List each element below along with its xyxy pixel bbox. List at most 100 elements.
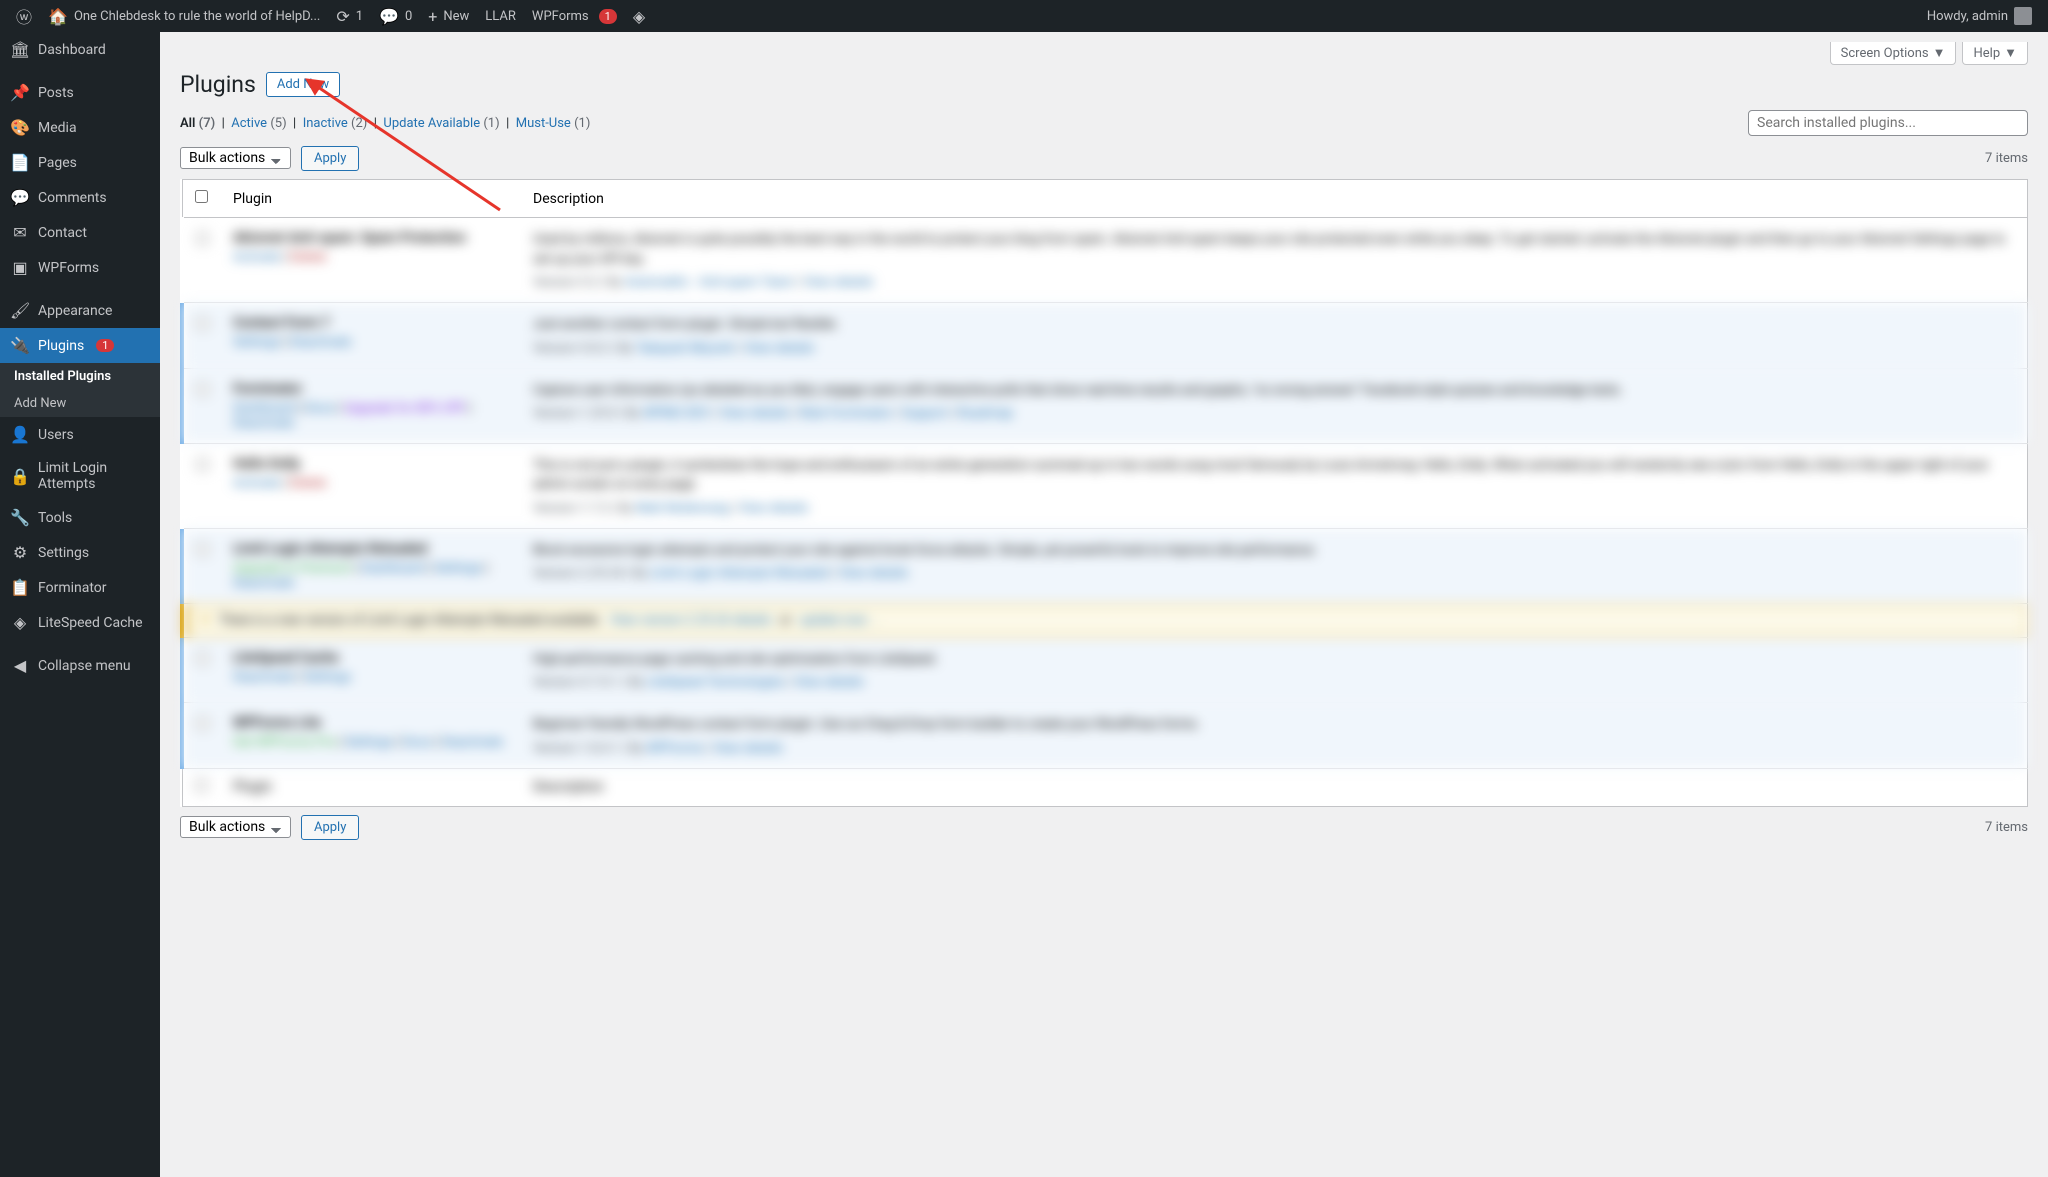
plugin-row: Hello DollyActivate | Delete This is not… xyxy=(182,443,2028,528)
sidebar-item-tools[interactable]: 🔧Tools xyxy=(0,500,160,535)
wpforms-label: WPForms xyxy=(532,9,589,24)
sidebar-label: WPForms xyxy=(38,260,99,276)
sidebar-label: Comments xyxy=(38,190,107,206)
wordpress-icon: ⓦ xyxy=(16,4,32,28)
sidebar-item-comments[interactable]: 💬 Comments xyxy=(0,180,160,215)
sidebar-item-posts[interactable]: 📌Posts xyxy=(0,75,160,110)
sidebar-label: Pages xyxy=(38,155,77,171)
plug-icon: 🔌 xyxy=(10,336,30,355)
page-header: Plugins Add New xyxy=(180,71,2028,98)
refresh-icon: ⟳ xyxy=(336,7,349,26)
sidebar-item-limitlogin[interactable]: 🔒 Limit Login Attempts xyxy=(0,452,160,500)
screen-options-button[interactable]: Screen Options ▼ xyxy=(1830,42,1957,65)
sidebar-item-forminator[interactable]: 📋Forminator xyxy=(0,570,160,605)
sidebar-item-contact[interactable]: ✉Contact xyxy=(0,215,160,250)
sidebar-label: Appearance xyxy=(38,303,112,319)
row-checkbox[interactable] xyxy=(196,543,209,556)
sidebar-label: Collapse menu xyxy=(38,658,131,674)
wp-logo[interactable]: ⓦ xyxy=(8,0,40,32)
plugin-row: ⟳ There is a new version of Limit Login … xyxy=(182,603,2028,637)
filter-inactive[interactable]: Inactive (2) xyxy=(303,116,368,131)
sidebar-label: Limit Login Attempts xyxy=(38,460,150,492)
site-name-link[interactable]: 🏠One Chlebdesk to rule the world of Help… xyxy=(40,0,328,32)
plugins-table: Plugin Description Akismet Anti-spam: Sp… xyxy=(180,179,2028,807)
row-checkbox[interactable] xyxy=(196,317,209,330)
sidebar-label: Media xyxy=(38,120,77,136)
updates-count: 1 xyxy=(356,9,363,24)
brush-icon: 🖌 xyxy=(10,301,30,320)
sidebar-label: Users xyxy=(38,427,74,443)
search-input[interactable] xyxy=(1748,110,2028,136)
help-button[interactable]: Help ▼ xyxy=(1962,42,2028,65)
plugin-column-header: Plugin xyxy=(221,180,521,218)
plugin-row: Limit Login Attempts ReloadedUpgrade to … xyxy=(182,528,2028,603)
add-new-button[interactable]: Add New xyxy=(266,72,340,97)
wpforms-link[interactable]: WPForms 1 xyxy=(524,0,625,32)
avatar-icon xyxy=(2014,7,2032,25)
row-checkbox[interactable] xyxy=(196,652,209,665)
home-icon: 🏠 xyxy=(48,7,68,26)
updates-link[interactable]: ⟳1 xyxy=(328,0,371,32)
llar-link[interactable]: LLAR xyxy=(477,0,524,32)
sidebar-sub-addnew[interactable]: Add New xyxy=(0,390,160,417)
sidebar-item-appearance[interactable]: 🖌 Appearance xyxy=(0,293,160,328)
sidebar-item-settings[interactable]: ⚙Settings xyxy=(0,535,160,570)
plugin-row: Contact Form 7Settings | Deactivate Just… xyxy=(182,303,2028,369)
sidebar-item-media[interactable]: 🎨 Media xyxy=(0,110,160,145)
items-count-bottom: 7 items xyxy=(1985,820,2028,835)
sidebar-label: Tools xyxy=(38,510,72,526)
description-column-footer: Description xyxy=(521,768,2028,806)
litespeed-icon: ◈ xyxy=(633,7,645,26)
sidebar-label: Posts xyxy=(38,85,74,101)
howdy-text: Howdy, admin xyxy=(1927,9,2008,24)
plugin-row: Akismet Anti-spam: Spam ProtectionActiva… xyxy=(182,218,2028,303)
sidebar-collapse[interactable]: ◀ Collapse menu xyxy=(0,648,160,683)
sidebar-item-pages[interactable]: 📄 Pages xyxy=(0,145,160,180)
comment-icon: 💬 xyxy=(10,188,30,207)
plugin-column-footer: Plugin xyxy=(221,768,521,806)
apply-button-top[interactable]: Apply xyxy=(301,146,359,171)
litespeed-toolbar[interactable]: ◈ xyxy=(625,0,653,32)
select-all-checkbox[interactable] xyxy=(195,190,208,203)
apply-button-bottom[interactable]: Apply xyxy=(301,815,359,840)
filter-mustuse[interactable]: Must-Use (1) xyxy=(516,116,591,131)
sidebar-item-users[interactable]: 👤Users xyxy=(0,417,160,452)
new-label: New xyxy=(443,9,469,24)
chevron-down-icon: ▼ xyxy=(2004,45,2017,61)
filter-active[interactable]: Active (5) xyxy=(231,116,286,131)
comment-icon: 💬 xyxy=(379,7,399,26)
chevron-down-icon: ▼ xyxy=(1933,45,1946,61)
row-checkbox[interactable] xyxy=(196,458,209,471)
page-icon: 📄 xyxy=(10,153,30,172)
sidebar-item-wpforms[interactable]: ▣ WPForms xyxy=(0,250,160,285)
wpforms-badge: 1 xyxy=(599,9,617,24)
howdy-link[interactable]: Howdy, admin xyxy=(1919,0,2040,32)
sidebar-label: Settings xyxy=(38,545,89,561)
description-column-header: Description xyxy=(521,180,2028,218)
bulk-actions-select-bottom[interactable]: Bulk actions xyxy=(180,816,291,838)
sidebar-item-litespeed[interactable]: ◈LiteSpeed Cache xyxy=(0,605,160,640)
sidebar-label: LiteSpeed Cache xyxy=(38,615,143,631)
clipboard-icon: 📋 xyxy=(10,578,30,597)
sidebar-sub-installed[interactable]: Installed Plugins xyxy=(0,363,160,390)
row-checkbox[interactable] xyxy=(196,232,209,245)
select-all-checkbox-bottom[interactable] xyxy=(195,779,208,792)
filter-all[interactable]: All (7) xyxy=(180,116,215,131)
dashboard-icon: 🏛 xyxy=(10,40,30,59)
comments-link[interactable]: 💬0 xyxy=(371,0,420,32)
collapse-icon: ◀ xyxy=(10,656,30,675)
new-content-link[interactable]: +New xyxy=(420,0,477,32)
bulk-actions-select[interactable]: Bulk actions xyxy=(180,147,291,169)
sidebar-submenu-plugins: Installed Plugins Add New xyxy=(0,363,160,417)
media-icon: 🎨 xyxy=(10,118,30,137)
llar-label: LLAR xyxy=(485,9,516,24)
sidebar-item-plugins[interactable]: 🔌Plugins1 xyxy=(0,328,160,363)
row-checkbox[interactable] xyxy=(196,383,209,396)
form-icon: ▣ xyxy=(10,258,30,277)
filter-update[interactable]: Update Available (1) xyxy=(383,116,499,131)
sidebar-item-dashboard[interactable]: 🏛Dashboard xyxy=(0,32,160,67)
main-content: Screen Options ▼ Help ▼ Plugins Add New … xyxy=(160,32,2048,1177)
plugin-row: WPForms LiteGet WPForms Pro | Settings |… xyxy=(182,703,2028,769)
row-checkbox[interactable] xyxy=(196,717,209,730)
lock-icon: 🔒 xyxy=(10,467,30,486)
